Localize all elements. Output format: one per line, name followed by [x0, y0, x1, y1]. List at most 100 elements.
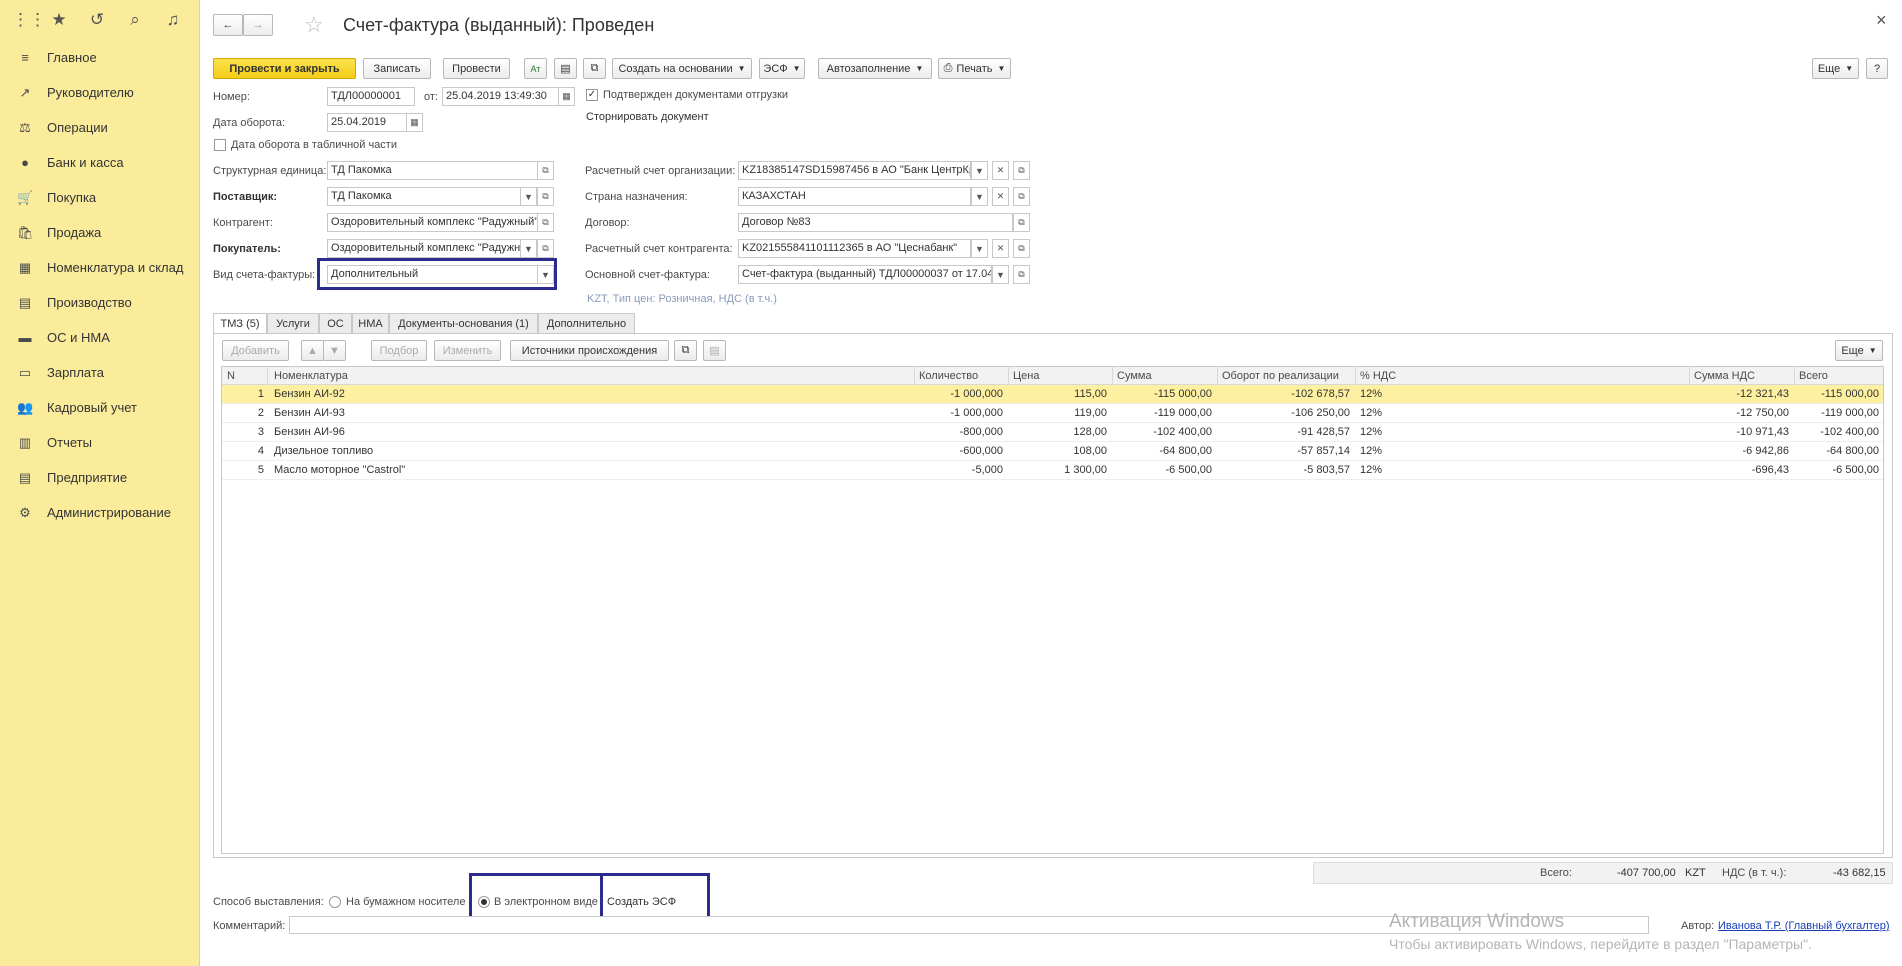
copy-icon[interactable]: ⧉	[674, 340, 697, 361]
clear-icon[interactable]: ✕	[992, 161, 1009, 180]
date-field[interactable]: 25.04.2019 13:49:30	[442, 87, 559, 106]
nav-item[interactable]: ▭ Зарплата	[0, 355, 199, 390]
calendar-icon[interactable]: ▦	[406, 113, 423, 132]
cp-account-field[interactable]: KZ021555841101112365 в АО "Цеснабанк"	[738, 239, 971, 258]
post-and-close-button[interactable]: Провести и закрыть	[213, 58, 356, 79]
tab-nma[interactable]: НМА	[352, 313, 389, 333]
price-info-link[interactable]: KZT, Тип цен: Розничная, НДС (в т.ч.)	[587, 293, 777, 305]
tab-os[interactable]: ОС	[319, 313, 352, 333]
table-row[interactable]: 5 Масло моторное "Castrol" -5,000 1 300,00 -…	[222, 461, 1883, 480]
calendar-icon[interactable]: ▦	[558, 87, 575, 106]
search-icon[interactable]: ⌕	[126, 10, 144, 30]
paper-radio[interactable]	[329, 896, 341, 908]
save-button[interactable]: Записать	[363, 58, 431, 79]
open-icon[interactable]: ⧉	[1013, 187, 1030, 206]
dt-kt-icon[interactable]: Ат	[524, 58, 547, 79]
forward-arrow-icon[interactable]: →	[243, 14, 273, 36]
org-account-field[interactable]: KZ18385147SD15987456 в АО "Банк ЦентрКре…	[738, 161, 971, 180]
author-link[interactable]: Иванова Т.Р. (Главный бухгалтер)	[1718, 920, 1890, 932]
table-row[interactable]: 1 Бензин АИ-92 -1 000,000 115,00 -115 000,00…	[222, 385, 1883, 404]
print-dropdown[interactable]: ⎙ Печать ▼	[938, 58, 1011, 79]
chevron-down-icon[interactable]: ▼	[971, 239, 988, 258]
author-name[interactable]: Иванова Т.Р. (Главный бухгалтер)	[1718, 920, 1890, 932]
tab-services[interactable]: Услуги	[267, 313, 319, 333]
move-up-icon[interactable]: ▲	[301, 340, 324, 361]
contract-field[interactable]: Договор №83	[738, 213, 1013, 232]
add-button[interactable]: Добавить	[222, 340, 289, 361]
col-vat-sum: Сумма НДС	[1694, 370, 1755, 382]
nav-item[interactable]: ▬ ОС и НМА	[0, 320, 199, 355]
confirmed-checkbox[interactable]: ✓	[586, 89, 598, 101]
nav-item[interactable]: 👥 Кадровый учет	[0, 390, 199, 425]
chevron-down-icon[interactable]: ▼	[520, 187, 537, 206]
supplier-field[interactable]: ТД Пакомка	[327, 187, 521, 206]
struct-unit-field[interactable]: ТД Пакомка	[327, 161, 538, 180]
post-button[interactable]: Провести	[443, 58, 510, 79]
table-row[interactable]: 4 Дизельное топливо -600,000 108,00 -64 800,…	[222, 442, 1883, 461]
nav-item-icon: 🛒	[17, 189, 34, 205]
storno-link[interactable]: Сторнировать документ	[586, 111, 709, 123]
help-button[interactable]: ?	[1866, 58, 1888, 79]
cell-turnover: -57 857,14	[1297, 445, 1350, 457]
nav-item[interactable]: ● Банк и касса	[0, 145, 199, 180]
turnover-date-field[interactable]: 25.04.2019	[327, 113, 407, 132]
nav-item[interactable]: 🛍 Продажа	[0, 215, 199, 250]
bell-icon[interactable]: ♫	[164, 10, 182, 30]
favorite-star-icon[interactable]: ☆	[304, 12, 324, 38]
counterparty-field[interactable]: Оздоровительный комплекс "Радужный"	[327, 213, 538, 232]
sources-button[interactable]: Источники происхождения	[510, 340, 669, 361]
back-arrow-icon[interactable]: ←	[213, 14, 243, 36]
chevron-down-icon[interactable]: ▼	[971, 187, 988, 206]
table-row[interactable]: 3 Бензин АИ-96 -800,000 128,00 -102 400,00 -9…	[222, 423, 1883, 442]
open-icon[interactable]: ⧉	[1013, 161, 1030, 180]
history-icon[interactable]: ↺	[88, 10, 106, 30]
base-invoice-field[interactable]: Счет-фактура (выданный) ТДЛ00000037 от 1…	[738, 265, 992, 284]
autofill-dropdown[interactable]: Автозаполнение ▼	[818, 58, 932, 79]
clear-icon[interactable]: ✕	[992, 187, 1009, 206]
open-icon[interactable]: ⧉	[1013, 265, 1030, 284]
nav-item[interactable]: ≡ Главное	[0, 40, 199, 75]
favorites-star-icon[interactable]: ★	[50, 10, 68, 30]
tab-base-documents[interactable]: Документы-основания (1)	[389, 313, 538, 333]
nav-item[interactable]: 🛒 Покупка	[0, 180, 199, 215]
structure-icon[interactable]: ⧉	[583, 58, 606, 79]
tab-additional[interactable]: Дополнительно	[538, 313, 635, 333]
open-icon[interactable]: ⧉	[537, 239, 554, 258]
table-row[interactable]: 2 Бензин АИ-93 -1 000,000 119,00 -119 000,00…	[222, 404, 1883, 423]
nav-item[interactable]: ▥ Отчеты	[0, 425, 199, 460]
table-more-dropdown[interactable]: Еще ▼	[1835, 340, 1883, 361]
cell-n: 3	[257, 426, 264, 438]
apps-grid-icon[interactable]: ⋮⋮	[12, 10, 46, 30]
paste-icon[interactable]: ▤	[703, 340, 726, 361]
report-list-icon[interactable]: ▤	[554, 58, 577, 79]
open-icon[interactable]: ⧉	[1013, 239, 1030, 258]
nav-item[interactable]: ⚖ Операции	[0, 110, 199, 145]
nav-item[interactable]: ▦ Номенклатура и склад	[0, 250, 199, 285]
open-icon[interactable]: ⧉	[537, 161, 554, 180]
esf-dropdown[interactable]: ЭСФ ▼	[759, 58, 805, 79]
table-header: N Номенклатура Количество Цена Сумма Обо…	[222, 367, 1883, 385]
turnover-in-table-checkbox[interactable]	[214, 139, 226, 151]
nav-item[interactable]: ▤ Производство	[0, 285, 199, 320]
nav-item[interactable]: ⚙ Администрирование	[0, 495, 199, 530]
chevron-down-icon[interactable]: ▼	[992, 265, 1009, 284]
number-field[interactable]: ТДЛ00000001	[327, 87, 415, 106]
clear-icon[interactable]: ✕	[992, 239, 1009, 258]
open-icon[interactable]: ⧉	[537, 187, 554, 206]
change-button[interactable]: Изменить	[434, 340, 501, 361]
country-field[interactable]: КАЗАХСТАН	[738, 187, 971, 206]
close-icon[interactable]: ×	[1876, 10, 1887, 31]
buyer-field[interactable]: Оздоровительный комплекс "Радужный"	[327, 239, 521, 258]
open-icon[interactable]: ⧉	[537, 213, 554, 232]
tab-tmz[interactable]: ТМЗ (5)	[213, 313, 267, 334]
nav-item[interactable]: ▤ Предприятие	[0, 460, 199, 495]
pick-button[interactable]: Подбор	[371, 340, 427, 361]
open-icon[interactable]: ⧉	[1013, 213, 1030, 232]
create-based-dropdown[interactable]: Создать на основании ▼	[612, 58, 752, 79]
chevron-down-icon[interactable]: ▼	[971, 161, 988, 180]
cell-vat-rate: 12%	[1360, 388, 1383, 400]
more-dropdown[interactable]: Еще ▼	[1812, 58, 1859, 79]
chevron-down-icon[interactable]: ▼	[520, 239, 537, 258]
move-down-icon[interactable]: ▼	[323, 340, 346, 361]
nav-item[interactable]: ↗ Руководителю	[0, 75, 199, 110]
